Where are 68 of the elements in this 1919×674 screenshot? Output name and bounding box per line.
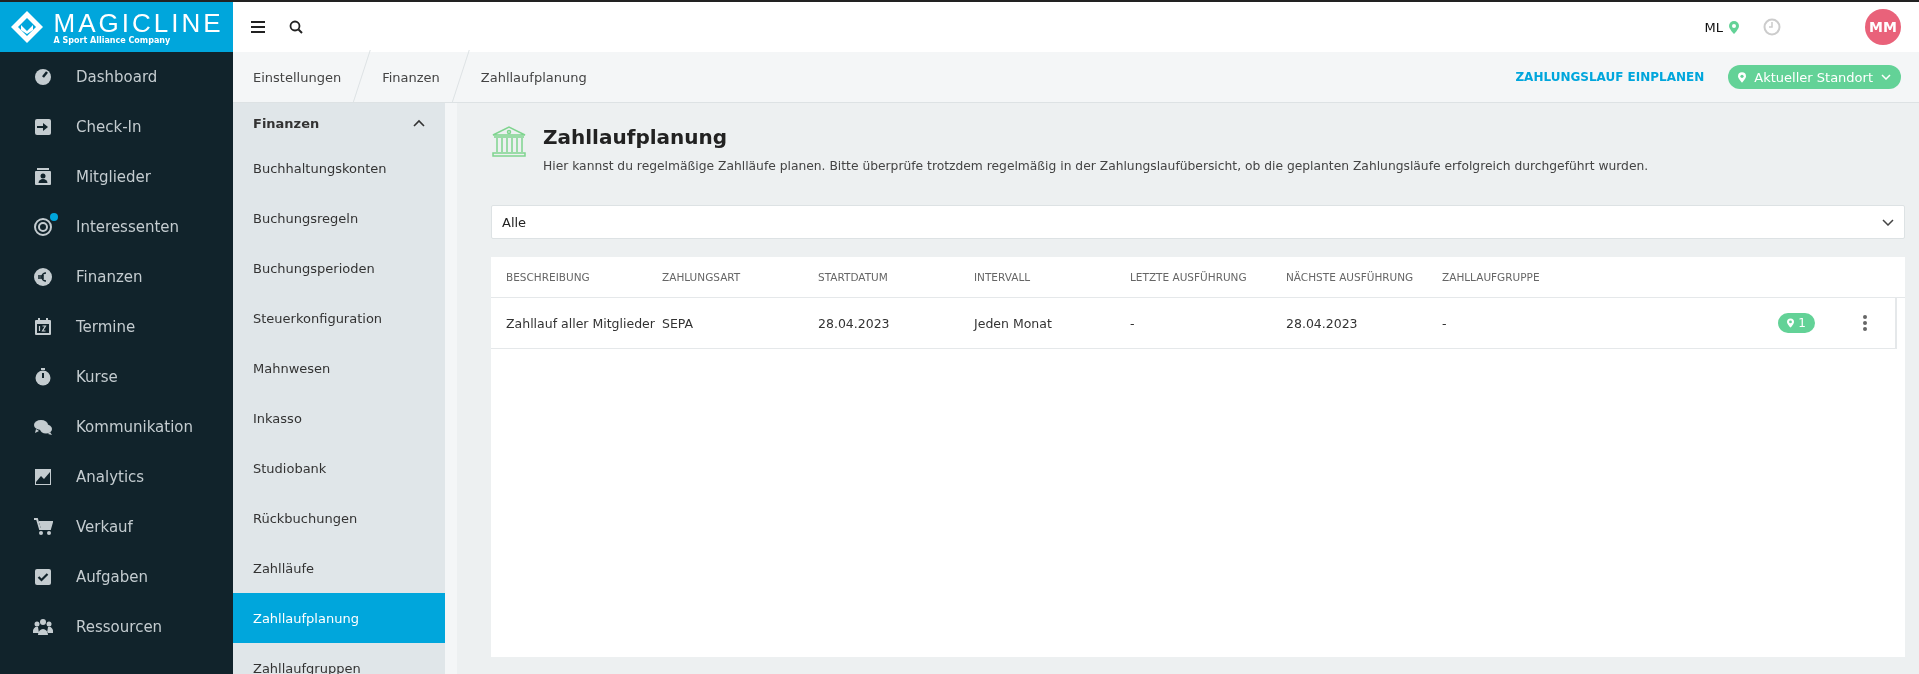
bank-icon	[491, 125, 527, 159]
brand-tagline: A Sport Alliance Company	[53, 35, 172, 45]
submenu-item[interactable]: Mahnwesen	[233, 343, 445, 393]
search-button[interactable]	[289, 20, 303, 34]
entry-icon	[33, 117, 53, 137]
filter-dropdown[interactable]: Alle	[491, 205, 1905, 239]
breadcrumb-link[interactable]: Finanzen	[362, 52, 460, 102]
nav-item[interactable]: Check-In	[0, 102, 233, 152]
chevron-down-icon	[1881, 74, 1891, 80]
nav-item[interactable]: Kurse	[0, 352, 233, 402]
location-pin-icon	[1738, 71, 1747, 83]
submenu-item[interactable]: Buchungsperioden	[233, 243, 445, 293]
nav-item[interactable]: Aufgaben	[0, 552, 233, 602]
table-cell-text: -	[1130, 315, 1136, 331]
column-header: STARTDATUM	[818, 271, 889, 283]
page-description: Hier kannst du regelmäßige Zahlläufe planen. Bitte überprüfe trotzdem regelmäßig in der Zahlungslaufübersicht, ob die geplanten Zahlungsläufe erfolgreich durchgeführt wurden.	[543, 159, 1649, 173]
target-icon	[33, 217, 53, 237]
nav-item[interactable]: Finanzen	[0, 252, 233, 302]
table-cell-text: -	[1442, 315, 1448, 331]
column-header: LETZTE AUSFÜHRUNG	[1130, 271, 1248, 283]
page-title: Zahllaufplanung	[543, 125, 729, 149]
table-cell-text: SEPA	[662, 315, 695, 331]
submenu-item[interactable]: Studiobank	[233, 443, 445, 493]
column-header: NÄCHSTE AUSFÜHRUNG	[1286, 271, 1415, 283]
brand-name: MAGICLINE	[53, 9, 224, 36]
contact-card-icon	[33, 167, 53, 187]
menu-button[interactable]	[251, 21, 265, 33]
nav-item[interactable]: Analytics	[0, 452, 233, 502]
submenu-item[interactable]: Rückbuchungen	[233, 493, 445, 543]
nav-item[interactable]: Mitglieder	[0, 152, 233, 202]
table-cell-text: 28.04.2023	[1286, 315, 1359, 331]
table-cell-text: Jeden Monat	[974, 315, 1053, 331]
location-pin-icon	[1729, 20, 1739, 34]
location-count-badge: 1	[1778, 313, 1815, 333]
submenu-item[interactable]: Zahlläufe	[233, 543, 445, 593]
checkbox-icon	[33, 567, 53, 587]
calendar-icon	[33, 317, 53, 337]
gauge-icon	[33, 67, 53, 87]
submenu-item[interactable]: Steuerkonfiguration	[233, 293, 445, 343]
column-header: INTERVALL	[974, 271, 1032, 283]
submenu-item[interactable]: Buchhaltungskonten	[233, 143, 445, 193]
people-icon	[33, 617, 53, 637]
nav-item[interactable]: Termine	[0, 302, 233, 352]
nav-item[interactable]: Interessenten	[0, 202, 233, 252]
more-options-button[interactable]	[1863, 315, 1867, 331]
chevron-icon	[413, 119, 425, 127]
location-pin-icon	[1787, 318, 1795, 328]
stopwatch-icon	[33, 367, 53, 387]
nav-item[interactable]: Ressourcen	[0, 602, 233, 652]
chat-icon	[33, 417, 53, 437]
nav-item[interactable]: Dashboard	[0, 52, 233, 102]
breadcrumb-link[interactable]: Zahllaufplanung	[460, 52, 607, 102]
column-header: ZAHLUNGSART	[662, 271, 742, 283]
submenu-item[interactable]: Inkasso	[233, 393, 445, 443]
logo-icon	[9, 9, 46, 45]
table-cell-text: Zahllauf aller Mitglieder	[506, 315, 656, 331]
nav-item[interactable]: Verkauf	[0, 502, 233, 552]
submenu-header[interactable]: Finanzen	[233, 103, 445, 143]
column-header: BESCHREIBUNG	[506, 271, 591, 283]
column-header: ZAHLLAUFGRUPPE	[1442, 271, 1541, 283]
chevron-down-icon	[1882, 218, 1894, 226]
breadcrumb-link[interactable]: Einstellungen	[233, 52, 362, 102]
chart-icon	[33, 467, 53, 487]
cart-icon	[33, 517, 53, 537]
nav-item[interactable]: Kommunikation	[0, 402, 233, 452]
submenu-item[interactable]: Buchungsregeln	[233, 193, 445, 243]
table-cell-text: 28.04.2023	[818, 315, 891, 331]
studio-code: ML	[1704, 19, 1723, 35]
